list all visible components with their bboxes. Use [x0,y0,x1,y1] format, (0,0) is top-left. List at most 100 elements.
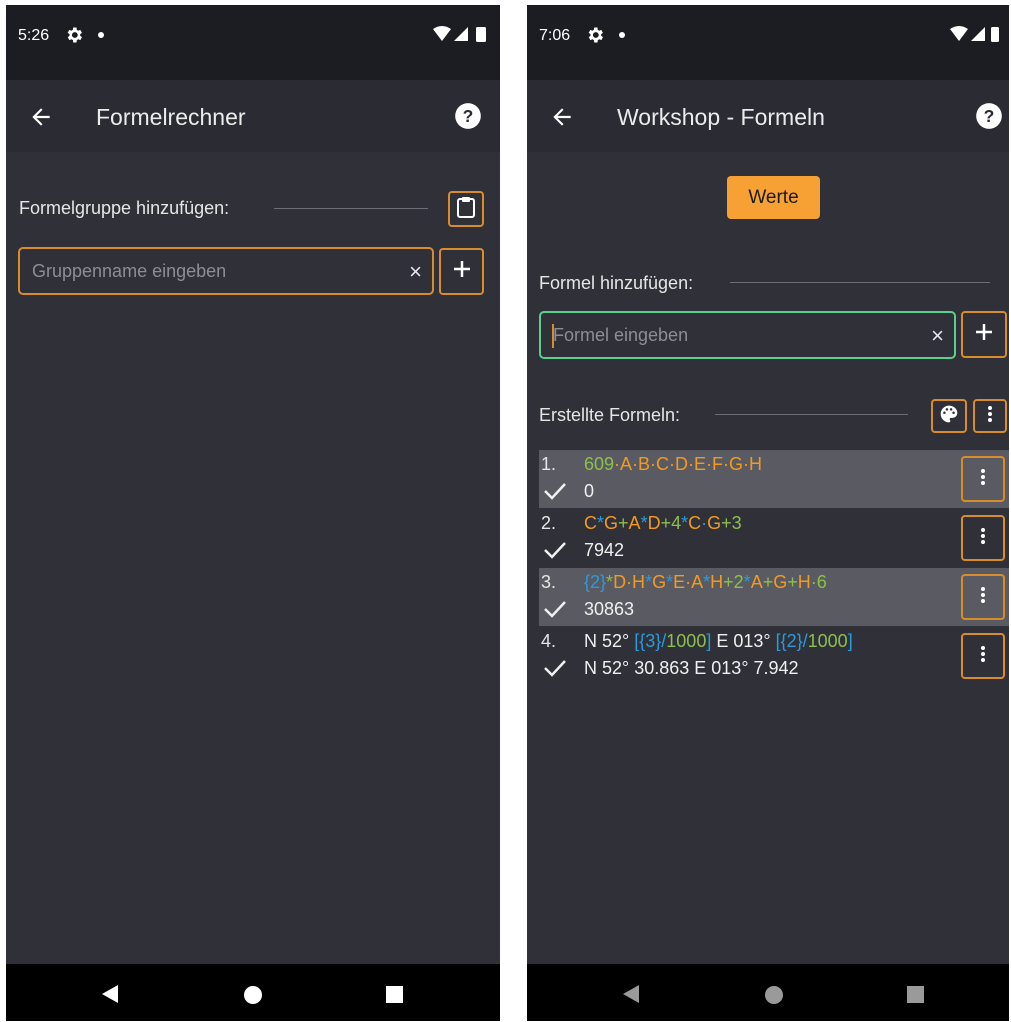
formula-index: 1. [541,454,557,474]
divider [715,414,908,415]
formula-token: A [628,513,641,533]
nav-home-icon[interactable] [244,986,262,1004]
clipboard-icon [456,196,476,223]
formula-menu-button[interactable] [961,515,1005,561]
formula-token: G [707,513,722,533]
list-menu-button[interactable] [973,399,1007,433]
more-vert-icon [980,586,986,609]
signal-icon [454,27,468,41]
formula-index: 2. [541,513,557,533]
page-title: Formelrechner [96,104,246,130]
formula-token: + [618,513,629,533]
add-group-label: Formelgruppe hinzufügen: [19,198,230,218]
formula-result: 0 [584,481,595,501]
nav-recent-icon[interactable] [386,986,403,1003]
app-bar: Workshop - Formeln ? [527,80,1009,152]
formula-token: E·A [673,572,704,592]
page-title: Workshop - Formeln [617,104,825,130]
formula-menu-button[interactable] [961,574,1005,620]
formula-token: {2} [584,572,607,592]
values-button[interactable]: Werte [727,176,820,219]
status-time: 5:26 [18,27,50,44]
formula-expression: C*G+A*D+4*C·G+3 [584,513,742,534]
formula-result: N 52° 30.863 E 013° 7.942 [584,658,799,678]
palette-icon [939,404,959,429]
more-vert-icon [980,645,986,668]
clear-icon[interactable]: × [931,323,944,349]
formula-token: 609 [584,454,615,474]
gear-icon [64,25,84,50]
formula-expression: 609·A·B·C·D·E·F·G·H [584,454,762,475]
nav-back-icon[interactable] [621,984,641,1009]
add-group-button[interactable] [439,248,484,295]
formula-index: 4. [541,631,557,651]
nav-recent-icon[interactable] [907,986,924,1003]
check-icon [543,659,567,682]
help-icon[interactable]: ? [975,102,1003,135]
formula-token: G [604,513,619,533]
dot-icon [98,32,104,38]
wifi-icon [950,26,968,41]
more-vert-icon [980,468,986,491]
created-formulas-label: Erstellte Formeln: [539,405,681,425]
formula-token: D·H [613,572,646,592]
formula-token: +2 [723,572,744,592]
formula-row[interactable]: 1. 609·A·B·C·D·E·F·G·H 0 [539,450,1009,508]
formula-token: * [640,513,648,533]
formula-token: G [773,572,788,592]
formula-row[interactable]: 3. {2}*D·H*G*E·A*H+2*A+G+H·6 30863 [539,568,1009,626]
battery-icon [991,27,999,42]
formula-token: G [652,572,667,592]
check-icon [543,541,567,564]
formula-input[interactable]: Formel eingeben × [539,311,956,359]
group-name-placeholder: Gruppenname eingeben [32,261,227,281]
formula-token: H [797,572,811,592]
plus-icon [452,259,472,284]
formula-token: 1000 [666,631,707,651]
status-bar: 5:26 [6,5,500,80]
color-theme-button[interactable] [931,399,967,433]
status-icons [949,25,999,50]
nav-home-icon[interactable] [765,986,783,1004]
formula-menu-button[interactable] [961,633,1005,679]
formula-token: + [762,572,774,592]
divider [730,282,990,283]
screen-workshop-formeln: 7:06 Workshop - Formeln ? Werte Formel h… [527,5,1009,1021]
formula-token: +4 [660,513,682,533]
navigation-bar [527,964,1009,1021]
formula-token: C [688,513,702,533]
back-arrow-icon[interactable] [28,104,54,135]
dot-icon [619,32,625,38]
add-formula-label: Formel hinzufügen: [539,273,694,293]
clear-icon[interactable]: × [409,259,422,285]
formula-token: N 52° [584,631,635,651]
formula-result: 30863 [584,599,635,619]
formula-row[interactable]: 2. C*G+A*D+4*C·G+3 7942 [539,509,1009,567]
signal-icon [971,27,985,41]
wifi-icon [433,26,451,41]
paste-button[interactable] [448,191,484,227]
formula-index: 3. [541,572,557,592]
formula-token: C [584,513,597,533]
group-name-input[interactable]: Gruppenname eingeben × [18,247,434,295]
gear-icon [585,25,605,50]
check-icon [543,482,567,505]
formula-expression: {2}*D·H*G*E·A*H+2*A+G+H·6 [584,572,827,593]
status-time: 7:06 [539,27,571,44]
formula-token: [{2}/ [775,631,808,651]
formula-menu-button[interactable] [961,456,1005,502]
formula-token: 1000 [807,631,848,651]
formula-row[interactable]: 4. N 52° [{3}/1000] E 013° [{2}/1000] N 52… [539,627,1009,685]
status-bar: 7:06 [527,5,1009,80]
back-arrow-icon[interactable] [549,104,575,135]
svg-text:?: ? [463,106,474,126]
formula-token: +3 [721,513,742,533]
formula-token: ·A·B·C·D·E·F·G·H [614,454,763,474]
formula-token: ·6 [810,572,827,592]
add-formula-button[interactable] [961,311,1007,358]
help-icon[interactable]: ? [454,102,482,135]
formula-token: * [743,572,751,592]
svg-text:?: ? [984,106,995,126]
formula-token: H [710,572,724,592]
nav-back-icon[interactable] [100,984,120,1009]
